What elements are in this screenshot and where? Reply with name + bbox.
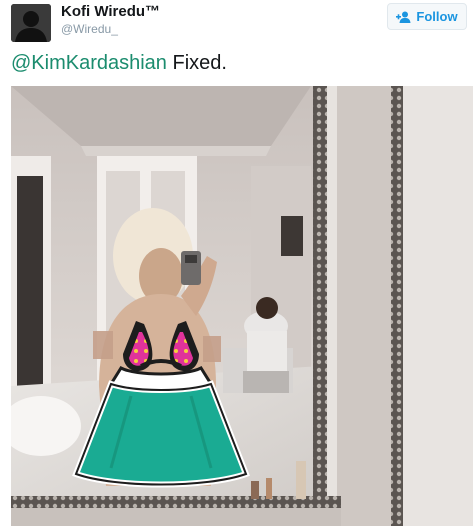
author-handle[interactable]: @Wiredu_ <box>61 22 118 36</box>
avatar[interactable] <box>11 4 51 42</box>
add-user-icon <box>396 11 412 23</box>
tweet-card: Kofi Wiredu™ @Wiredu_ Follow @KimKardash… <box>0 0 473 526</box>
tweet-photo[interactable] <box>11 86 473 526</box>
tweet-body: Fixed. <box>172 52 227 74</box>
user-silhouette-icon <box>11 4 51 42</box>
author-name[interactable]: Kofi Wiredu™ <box>61 3 160 20</box>
follow-label: Follow <box>416 9 458 24</box>
bathroom-mirror-selfie-image <box>11 86 473 526</box>
mention-link[interactable]: @KimKardashian <box>11 52 167 74</box>
tweet-text: @KimKardashian Fixed. <box>11 52 227 75</box>
follow-button[interactable]: Follow <box>387 3 467 30</box>
